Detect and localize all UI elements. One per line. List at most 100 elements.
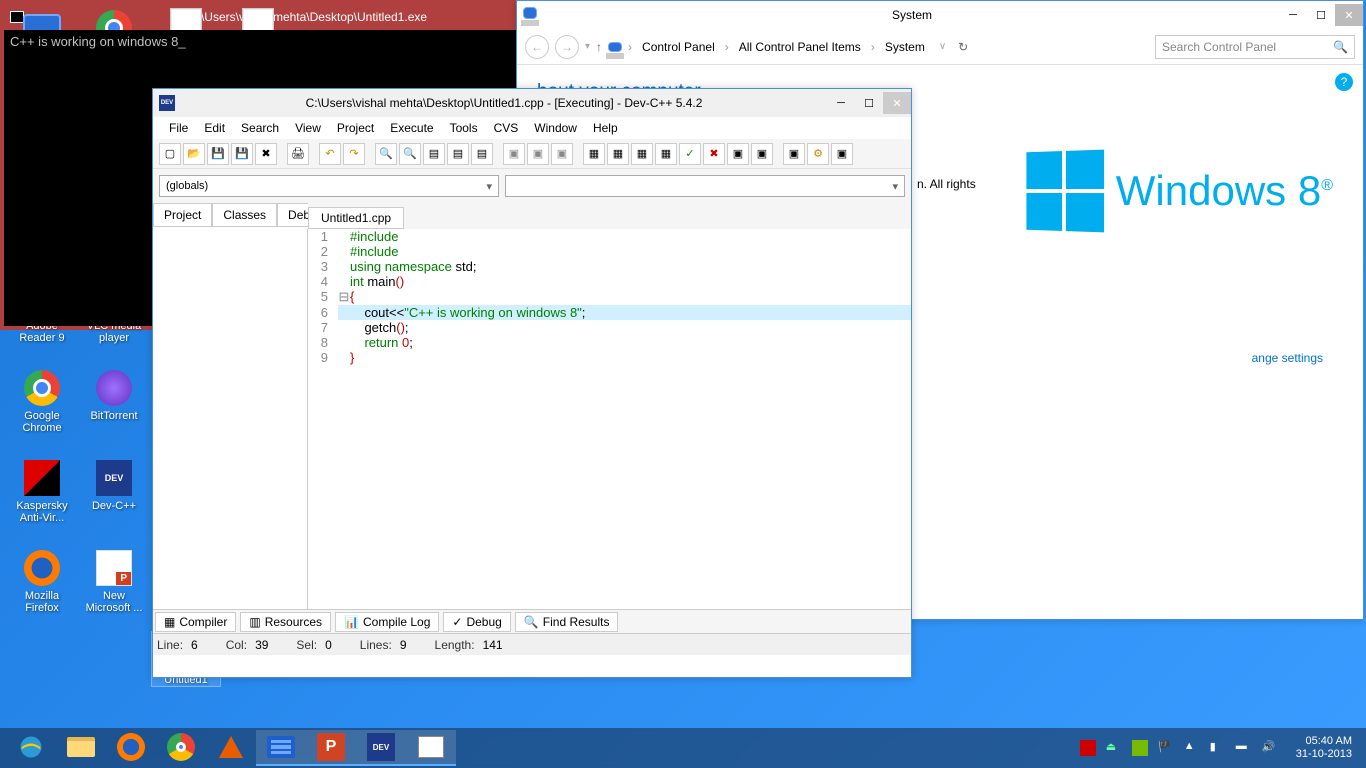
tray-kaspersky-icon[interactable] (1080, 740, 1096, 756)
tray-network-icon[interactable]: ▮ (1210, 740, 1226, 756)
nav-forward-icon[interactable]: → (555, 35, 579, 59)
menu-tools[interactable]: Tools (444, 119, 484, 137)
taskbar-devcpp[interactable]: DEV (356, 730, 406, 766)
find-icon[interactable]: 🔍 (375, 143, 397, 165)
desktop-icon-bittorrent[interactable]: BitTorrent (80, 368, 148, 422)
taskbar-powerpoint[interactable]: P (306, 730, 356, 766)
tab-compiler[interactable]: ▦Compiler (155, 612, 236, 632)
replace-icon[interactable]: 🔍 (399, 143, 421, 165)
profile-icon[interactable]: ▣ (751, 143, 773, 165)
taskbar-chrome[interactable] (156, 730, 206, 766)
compile-icon[interactable]: ▣ (503, 143, 525, 165)
desktop-icon-devcpp[interactable]: DEVDev-C++ (80, 458, 148, 512)
bookmark2-icon[interactable]: ▤ (471, 143, 493, 165)
crumb-system[interactable]: System (881, 38, 929, 56)
debug-icon[interactable]: ▣ (727, 143, 749, 165)
minimize-button[interactable]: ─ (1279, 4, 1307, 26)
undo-icon[interactable]: ↶ (319, 143, 341, 165)
taskbar-console[interactable] (406, 730, 456, 766)
code-editor[interactable]: 1#include2#include3using namespace std;4… (308, 229, 911, 609)
print-icon[interactable]: 🖨 (287, 143, 309, 165)
menu-file[interactable]: File (163, 119, 194, 137)
system-icon (523, 7, 539, 23)
compilerun-icon[interactable]: ▣ (551, 143, 573, 165)
maximize-button[interactable]: ☐ (855, 92, 883, 114)
tray-flag-icon[interactable]: 🏴 (1158, 740, 1174, 756)
crumb-dropdown-icon[interactable]: ∨ (939, 41, 946, 52)
check-icon[interactable]: ✓ (679, 143, 701, 165)
nav-up-icon[interactable]: ↑ (596, 40, 602, 54)
nav-back-icon[interactable]: ← (525, 35, 549, 59)
redo-icon[interactable]: ↷ (343, 143, 365, 165)
menu-search[interactable]: Search (235, 119, 285, 137)
clock[interactable]: 05:40 AM 31-10-2013 (1288, 735, 1360, 761)
tab-findresults[interactable]: 🔍Find Results (515, 612, 619, 632)
bookmark-icon[interactable]: ▤ (447, 143, 469, 165)
tab-classes[interactable]: Classes (212, 203, 277, 226)
grid4-icon[interactable]: ▦ (655, 143, 677, 165)
menu-view[interactable]: View (289, 119, 327, 137)
tab-project[interactable]: Project (153, 203, 212, 226)
tool1-icon[interactable]: ▣ (783, 143, 805, 165)
saveall-icon[interactable]: 💾 (231, 143, 253, 165)
status-sel: 0 (321, 638, 336, 652)
search-input[interactable]: Search Control Panel🔍 (1155, 35, 1355, 59)
tray-battery-icon[interactable]: ▬ (1236, 740, 1252, 756)
goto-icon[interactable]: ▤ (423, 143, 445, 165)
grid1-icon[interactable]: ▦ (583, 143, 605, 165)
close-button[interactable]: ✕ (883, 92, 911, 114)
desktop-icon-kaspersky[interactable]: Kaspersky Anti-Vir... (8, 458, 76, 524)
menu-help[interactable]: Help (587, 119, 624, 137)
help-icon[interactable]: ? (1335, 73, 1353, 91)
tray-volume-icon[interactable]: 🔊 (1262, 740, 1278, 756)
menu-cvs[interactable]: CVS (488, 119, 525, 137)
bottom-tabs: ▦Compiler ▥Resources 📊Compile Log ✓Debug… (153, 609, 911, 633)
devcpp-titlebar[interactable]: DEV C:\Users\vishal mehta\Desktop\Untitl… (153, 89, 911, 117)
taskbar-controlpanel[interactable] (256, 730, 306, 766)
grid2-icon[interactable]: ▦ (607, 143, 629, 165)
menu-window[interactable]: Window (528, 119, 583, 137)
new-icon[interactable]: ▢ (159, 143, 181, 165)
taskbar-explorer[interactable] (56, 730, 106, 766)
file-tab[interactable]: Untitled1.cpp (308, 207, 404, 229)
menu-project[interactable]: Project (331, 119, 380, 137)
tool3-icon[interactable]: ▣ (831, 143, 853, 165)
open-icon[interactable]: 📂 (183, 143, 205, 165)
close-button[interactable]: ✕ (1335, 4, 1363, 26)
maximize-button[interactable]: ☐ (1307, 4, 1335, 26)
taskbar-firefox[interactable] (106, 730, 156, 766)
run-icon[interactable]: ▣ (527, 143, 549, 165)
grid3-icon[interactable]: ▦ (631, 143, 653, 165)
desktop-icon-chrome[interactable]: Google Chrome (8, 368, 76, 434)
members-combo[interactable] (505, 175, 905, 197)
taskbar-ie[interactable] (6, 730, 56, 766)
save-icon[interactable]: 💾 (207, 143, 229, 165)
system-titlebar[interactable]: System ─ ☐ ✕ (517, 1, 1363, 29)
computer-icon (608, 42, 622, 52)
refresh-icon[interactable]: ↻ (958, 40, 968, 54)
tool2-icon[interactable]: ⚙ (807, 143, 829, 165)
tab-resources[interactable]: ▥Resources (240, 612, 331, 632)
windows-logo: Windows 8® (1024, 151, 1333, 231)
taskbar-vlc[interactable] (206, 730, 256, 766)
tab-debug[interactable]: ✓Debug (443, 612, 510, 632)
system-title: System (545, 8, 1279, 22)
windows-flag-icon (1026, 150, 1104, 233)
close-icon[interactable]: ✖ (255, 143, 277, 165)
nav-dropdown-icon[interactable]: ▾ (585, 41, 590, 52)
find-tab-icon: 🔍 (524, 615, 539, 629)
globals-combo[interactable]: (globals) (159, 175, 499, 197)
tray-nvidia-icon[interactable] (1132, 740, 1148, 756)
crumb-controlpanel[interactable]: Control Panel (638, 38, 719, 56)
crumb-allitems[interactable]: All Control Panel Items (735, 38, 865, 56)
desktop-icon-powerpoint[interactable]: New Microsoft ... (80, 548, 148, 614)
tab-compilelog[interactable]: 📊Compile Log (335, 612, 439, 632)
tray-safely-remove-icon[interactable]: ⏏ (1106, 740, 1122, 756)
desktop-icon-firefox[interactable]: Mozilla Firefox (8, 548, 76, 614)
menu-execute[interactable]: Execute (384, 119, 439, 137)
system-tray: ⏏ 🏴 ▲ ▮ ▬ 🔊 05:40 AM 31-10-2013 (1080, 735, 1360, 761)
stop-icon[interactable]: ✖ (703, 143, 725, 165)
minimize-button[interactable]: ─ (827, 92, 855, 114)
menu-edit[interactable]: Edit (198, 119, 231, 137)
tray-chevron-icon[interactable]: ▲ (1184, 740, 1200, 756)
